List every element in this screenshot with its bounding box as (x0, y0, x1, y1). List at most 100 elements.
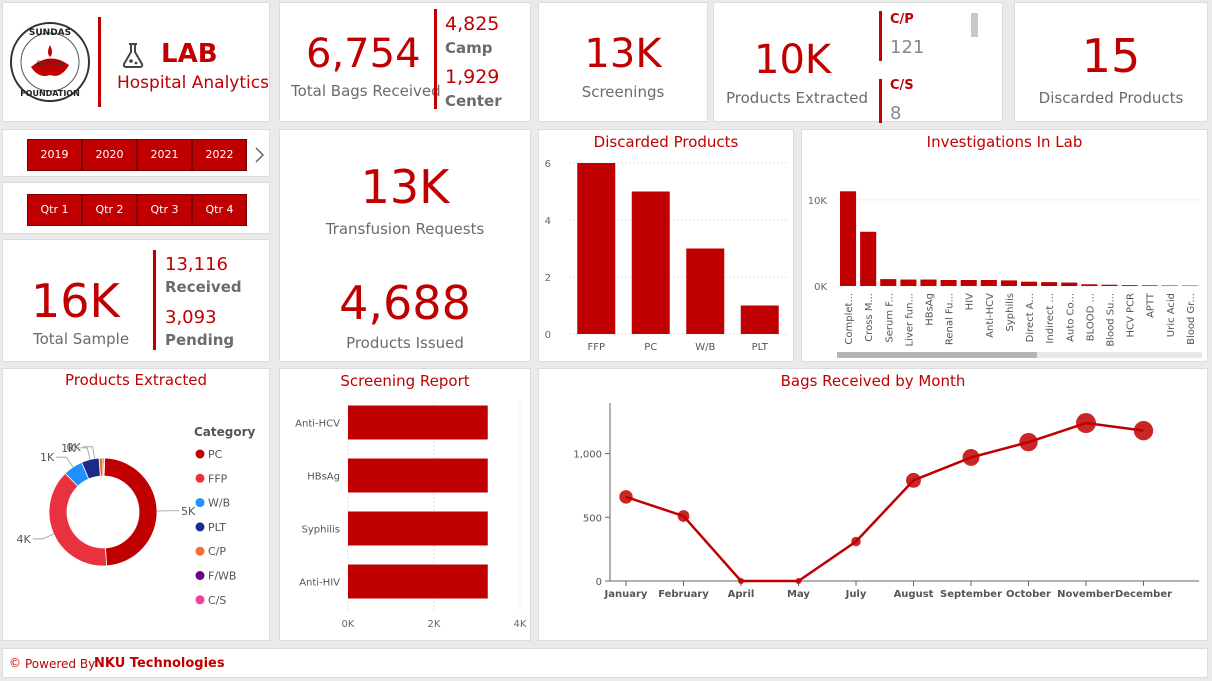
x-tick-label: Complet... (844, 293, 855, 345)
x-tick-label: January (604, 589, 648, 600)
donut-slice (103, 457, 158, 567)
x-tick-label: PLT (752, 342, 769, 353)
y-tick-label: 6 (545, 159, 551, 170)
products-extracted-kpi-card: 10K Products Extracted C/P 121 C/S 8 (713, 2, 1003, 124)
x-tick-label: Cross M... (864, 293, 875, 342)
bags-month-chart-card: Bags Received by Month 0 500 1,000 January F… (538, 368, 1208, 641)
sundas-logo: SUNDAS FOUNDATION Save Life (10, 22, 90, 102)
bar (348, 405, 488, 440)
y-tick-label: Syphilis (302, 525, 341, 536)
screenings-value: 13K (584, 31, 662, 77)
legend-marker (195, 449, 205, 459)
data-point (1076, 413, 1096, 434)
x-tick-label: Serum F... (884, 293, 895, 343)
quarter-button-3[interactable]: Qtr 3 (137, 194, 192, 226)
screenings-card: 13K Screenings (538, 2, 708, 122)
products-extracted-chart-title: Products Extracted (64, 371, 207, 389)
screening-chart-title: Screening Report (340, 372, 470, 390)
discarded-chart-title: Discarded Products (593, 133, 739, 151)
header-divider (98, 17, 101, 107)
data-label: 1K (40, 451, 55, 464)
data-point (677, 510, 690, 522)
year-slicer: 2019 2020 2021 2022 (2, 129, 270, 177)
bar (577, 163, 616, 334)
bar (1161, 285, 1178, 286)
center-label: Center (445, 92, 502, 110)
y-tick-label: 0 (545, 330, 551, 341)
copyright-icon: © (9, 656, 21, 670)
bar (631, 191, 670, 334)
data-point (962, 448, 980, 466)
received-value: 13,116 (165, 254, 228, 275)
kpi-scrollbar[interactable] (971, 13, 978, 37)
pending-value: 3,093 (165, 307, 217, 328)
total-sample-divider (153, 250, 156, 350)
investigations-chart-card: Investigations In Lab 0K 10K Complet... Cro… (801, 129, 1208, 362)
year-button-2022[interactable]: 2022 (192, 139, 247, 171)
y-tick-label: 1,000 (573, 450, 602, 461)
x-tick-label: FFP (587, 342, 605, 353)
x-tick-label: February (658, 589, 709, 600)
logo-text-top: SUNDAS (29, 28, 71, 38)
products-extracted-chart-card: Products Extracted 5K 4K 1K 1K 0K Category PC F… (2, 368, 270, 641)
legend-marker (195, 546, 205, 556)
transfusion-label: Transfusion Requests (325, 220, 485, 238)
donut-slice (48, 472, 108, 567)
bar (348, 564, 488, 599)
year-button-2021[interactable]: 2021 (137, 139, 192, 171)
bar (960, 279, 977, 286)
chevron-right-icon[interactable] (253, 146, 265, 164)
quarter-button-1[interactable]: Qtr 1 (27, 194, 82, 226)
total-sample-label: Total Sample (33, 330, 130, 348)
legend-marker (195, 571, 205, 580)
x-tick-label: APTT (1146, 292, 1157, 318)
cp-value: 121 (890, 37, 925, 58)
x-tick-label: BLOOD ... (1085, 293, 1096, 341)
transfusion-value: 13K (360, 160, 450, 214)
screening-chart: 0K 2K 4K Anti-HCV HBsAg Syphilis Anti-HIV (295, 401, 527, 630)
products-extracted-label: Products Extracted (726, 89, 869, 107)
x-tick-label: December (1115, 589, 1172, 600)
discarded-chart: 0 2 4 6 FFP PC W/B PLT (545, 159, 787, 353)
x-tick-label: Auto Co... (1065, 293, 1076, 342)
header-subtitle: Hospital Analytics (117, 73, 269, 93)
quarter-button-2[interactable]: Qtr 2 (82, 194, 137, 226)
x-tick-label: Indirect ... (1045, 293, 1056, 344)
x-tick-label: April (728, 589, 755, 600)
bar (1061, 282, 1078, 286)
company-name[interactable]: NKU Technologies (94, 656, 225, 671)
legend-label: PLT (208, 521, 226, 534)
x-tick-label: Blood Su... (1106, 293, 1117, 347)
powered-by-label: Powered By (25, 657, 96, 671)
quarter-button-4[interactable]: Qtr 4 (192, 194, 247, 226)
legend-marker (195, 473, 205, 483)
legend-title: Category (194, 425, 256, 439)
issued-value: 4,688 (339, 276, 471, 330)
investigations-scroll-thumb[interactable] (837, 352, 1037, 358)
data-point (795, 578, 802, 584)
data-point (906, 472, 921, 488)
cs-value: 8 (890, 103, 902, 124)
year-button-2019[interactable]: 2019 (27, 139, 82, 171)
center-value: 1,929 (445, 66, 500, 88)
bar (1000, 280, 1017, 286)
x-tick-label: HBsAg (925, 293, 936, 326)
x-tick-label: Blood Gr... (1186, 293, 1197, 345)
year-button-2020[interactable]: 2020 (82, 139, 137, 171)
bags-month-chart-title: Bags Received by Month (780, 372, 966, 390)
y-tick-label: 0 (596, 577, 602, 588)
x-tick-label: November (1057, 589, 1115, 600)
legend-marker (195, 595, 205, 605)
total-bags-value: 6,754 (306, 31, 421, 77)
y-tick-label: 4 (545, 216, 551, 227)
header-title: LAB (161, 39, 218, 69)
discarded-chart-card: Discarded Products 0 2 4 6 FFP PC W/B PLT (538, 129, 794, 362)
data-label-leader (32, 533, 54, 540)
data-label: 0K (67, 441, 82, 454)
bar (1141, 285, 1158, 286)
x-tick-label: Liver fun... (904, 293, 915, 346)
bar (880, 279, 897, 286)
issued-label: Products Issued (346, 334, 464, 352)
bar (860, 231, 877, 286)
bar (1121, 285, 1138, 286)
